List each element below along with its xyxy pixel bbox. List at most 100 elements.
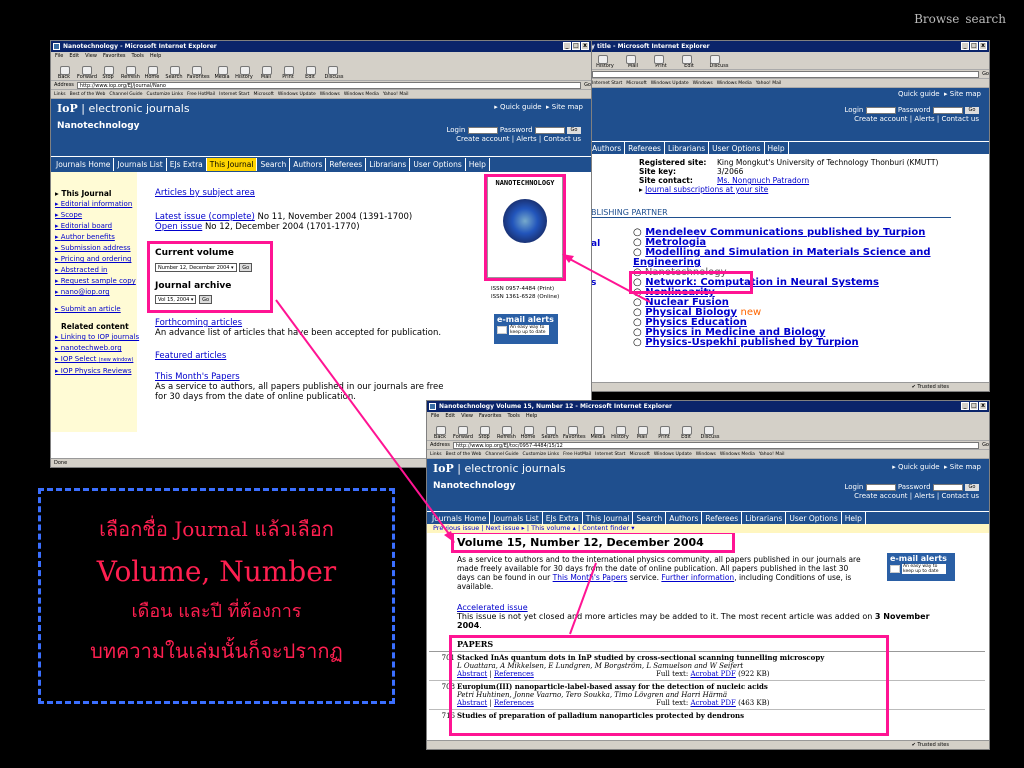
menu-edit[interactable]: Edit: [69, 52, 79, 61]
stop-button[interactable]: Stop: [475, 425, 493, 440]
history-button[interactable]: History: [611, 425, 629, 440]
menu-favorites[interactable]: Favorites: [103, 52, 126, 61]
mail-button[interactable]: Mail: [633, 425, 651, 440]
edit-button[interactable]: Edit: [301, 65, 319, 80]
go-button[interactable]: Go: [584, 82, 591, 88]
link-yahoo-mail[interactable]: Yahoo! Mail: [759, 452, 785, 457]
site-map-link[interactable]: Site map: [950, 90, 981, 98]
alerts-link[interactable]: Alerts: [914, 492, 934, 500]
back-button[interactable]: Back: [431, 425, 449, 440]
articles-by-subject-link[interactable]: Articles by subject area: [155, 188, 255, 198]
address-input[interactable]: [592, 70, 980, 78]
site-contact-link[interactable]: Ms. Nongnuch Patradorn: [717, 176, 809, 185]
minimize-icon[interactable]: _: [563, 42, 571, 50]
link-best-of-web[interactable]: Best of the Web: [70, 92, 106, 97]
journal-physics-uspekhi[interactable]: Physics-Uspekhi published by Turpion: [645, 337, 858, 348]
link-windows-update[interactable]: Windows Update: [654, 452, 692, 457]
menu-favorites[interactable]: Favorites: [479, 412, 502, 421]
nav-help[interactable]: Help: [765, 141, 789, 155]
link-microsoft[interactable]: Microsoft: [626, 81, 646, 86]
nav-help[interactable]: Help: [842, 511, 866, 525]
nav-ejs-extra[interactable]: EJs Extra: [167, 158, 207, 171]
link-internet-start[interactable]: Internet Start: [592, 81, 622, 86]
password-input[interactable]: [932, 106, 963, 114]
sidebar-item-submit[interactable]: ▸ Submit an article: [55, 304, 137, 315]
nav-authors[interactable]: Authors: [666, 511, 703, 525]
link-microsoft[interactable]: Microsoft: [629, 452, 649, 457]
refresh-button[interactable]: Refresh: [497, 425, 516, 440]
menu-help[interactable]: Help: [150, 52, 161, 61]
latest-issue-link[interactable]: Latest issue (complete): [155, 212, 255, 222]
link-yahoo-mail[interactable]: Yahoo! Mail: [756, 81, 782, 86]
favorites-button[interactable]: Favorites: [187, 65, 210, 80]
go-button[interactable]: Go: [982, 71, 989, 77]
quick-guide-link[interactable]: Quick guide: [898, 463, 940, 471]
sidebar-item-editorial-info[interactable]: ▸ Editorial information: [55, 199, 137, 210]
related-iop-select[interactable]: ▸ IOP Select (new window): [55, 354, 137, 366]
alerts-link[interactable]: Alerts: [516, 135, 536, 143]
browse-link[interactable]: Browse: [914, 12, 959, 26]
discuss-button[interactable]: Discuss: [323, 65, 345, 80]
favorites-button[interactable]: Favorites: [563, 425, 586, 440]
go-button[interactable]: Go: [982, 442, 989, 448]
nav-referees[interactable]: Referees: [702, 511, 743, 525]
toolbar-discuss-button[interactable]: Discuss: [705, 54, 733, 69]
link-windows-media[interactable]: Windows Media: [720, 452, 755, 457]
link-windows[interactable]: Windows: [693, 81, 713, 86]
forward-button[interactable]: Forward: [77, 65, 97, 80]
address-input[interactable]: http://www.iop.org/EJ/journal/Nano: [76, 81, 582, 89]
nav-this-journal[interactable]: This Journal: [206, 158, 258, 171]
journal-subscriptions-link[interactable]: Journal subscriptions at your site: [645, 185, 768, 194]
link-windows-media[interactable]: Windows Media: [344, 92, 379, 97]
minimize-icon[interactable]: _: [961, 42, 969, 50]
link-customize-links[interactable]: Customize Links: [146, 92, 183, 97]
this-months-papers-link[interactable]: This Month's Papers: [553, 573, 628, 582]
sidebar-item-submission-address[interactable]: ▸ Submission address: [55, 243, 137, 254]
search-link[interactable]: search: [965, 12, 1006, 26]
login-go-button[interactable]: Go: [965, 106, 979, 114]
link-windows-media[interactable]: Windows Media: [717, 81, 752, 86]
email-alerts-button[interactable]: e-mail alerts An easy way to keep up to …: [494, 314, 558, 344]
print-button[interactable]: Print: [655, 425, 673, 440]
history-button[interactable]: History: [235, 65, 253, 80]
menu-edit[interactable]: Edit: [445, 412, 455, 421]
menu-tools[interactable]: Tools: [132, 52, 144, 61]
create-account-link[interactable]: Create account: [854, 115, 907, 123]
nav-authors[interactable]: Authors: [290, 158, 327, 171]
nav-authors[interactable]: Authors: [589, 141, 626, 155]
maximize-icon[interactable]: □: [970, 402, 978, 410]
login-input[interactable]: [865, 483, 896, 491]
previous-issue-link[interactable]: Previous issue: [433, 524, 479, 532]
home-button[interactable]: Home: [143, 65, 161, 80]
login-input[interactable]: [865, 106, 896, 114]
nav-journals-home[interactable]: Journals Home: [53, 158, 115, 171]
link-windows[interactable]: Windows: [320, 92, 340, 97]
forthcoming-link[interactable]: Forthcoming articles: [155, 318, 242, 328]
link-channel-guide[interactable]: Channel Guide: [485, 452, 518, 457]
menu-file[interactable]: File: [55, 52, 63, 61]
print-button[interactable]: Print: [279, 65, 297, 80]
close-icon[interactable]: x: [581, 42, 589, 50]
months-papers-link[interactable]: This Month's Papers: [155, 372, 240, 382]
nav-user-options[interactable]: User Options: [410, 158, 466, 171]
menu-view[interactable]: View: [85, 52, 97, 61]
stop-button[interactable]: Stop: [99, 65, 117, 80]
sidebar-item-scope[interactable]: ▸ Scope: [55, 210, 137, 221]
sidebar-item-author-benefits[interactable]: ▸ Author benefits: [55, 232, 137, 243]
login-go-button[interactable]: Go: [567, 126, 581, 134]
menu-file[interactable]: File: [431, 412, 439, 421]
link-free-hotmail[interactable]: Free HotMail: [563, 452, 591, 457]
maximize-icon[interactable]: □: [572, 42, 580, 50]
sidebar-item-abstracted[interactable]: ▸ Abstracted in: [55, 265, 137, 276]
related-iop-reviews[interactable]: ▸ IOP Physics Reviews: [55, 366, 137, 377]
quick-guide-link[interactable]: Quick guide: [500, 103, 542, 111]
media-button[interactable]: Media: [589, 425, 607, 440]
nav-this-journal[interactable]: This Journal: [583, 511, 634, 525]
refresh-button[interactable]: Refresh: [121, 65, 140, 80]
nav-help[interactable]: Help: [466, 158, 490, 171]
sidebar-item-pricing[interactable]: ▸ Pricing and ordering: [55, 254, 137, 265]
accelerated-issue-link[interactable]: Accelerated issue: [457, 603, 528, 612]
maximize-icon[interactable]: □: [970, 42, 978, 50]
sidebar-item-sample-copy[interactable]: ▸ Request sample copy: [55, 276, 137, 287]
link-customize-links[interactable]: Customize Links: [522, 452, 559, 457]
